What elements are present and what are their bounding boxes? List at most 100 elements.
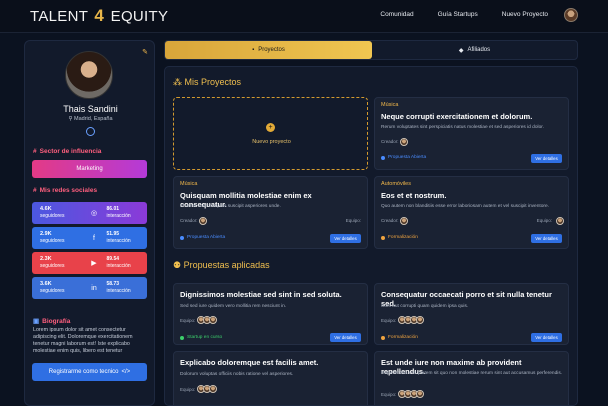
interaction: 58.73 interacción (99, 281, 131, 295)
logo-text: TALENT (30, 8, 88, 25)
register-technician-button[interactable]: Registrarme como tecnico </> (32, 363, 147, 381)
networks-title: # Mis redes sociales (33, 187, 100, 194)
view-details-button[interactable]: Ver detalles (531, 333, 562, 342)
project-card: Automóviles Eos et et nostrum. Quo autem… (374, 176, 569, 249)
projects-title-text: Mis Proyectos (184, 77, 242, 87)
nav-link-comunidad[interactable]: Comunidad (380, 11, 413, 18)
status-text: Startup en curso (187, 335, 223, 340)
social-card-linkedin[interactable]: 3.6K seguidores in 58.73 interacción (32, 277, 147, 299)
card-description: Repellendus voluptatem sit quo non moles… (381, 371, 563, 376)
briefcase-icon: ▪ (252, 47, 255, 53)
user-avatar[interactable] (564, 8, 578, 22)
interaction-value: 89.54 (106, 256, 120, 262)
interaction: 89.54 interacción (99, 256, 131, 270)
interaction-value: 86.01 (106, 206, 120, 212)
card-description: Sunt aut corrupti quam quidem ipsa quis. (381, 304, 469, 309)
facebook-icon: f (93, 234, 95, 242)
social-card-facebook[interactable]: 2.9K seguidores f 51.95 interacción (32, 227, 147, 249)
hash-icon: # (33, 148, 37, 155)
interaction-value: 58.73 (106, 281, 120, 287)
view-details-button[interactable]: Ver detalles (531, 234, 562, 243)
card-title: Neque corrupti exercitationem et dolorum… (381, 112, 533, 121)
tab-proyectos-label: Proyectos (258, 47, 285, 53)
tab-proyectos[interactable]: ▪ Proyectos (165, 41, 372, 59)
followers: 2.9K seguidores (32, 231, 90, 245)
new-project-label: Nuevo proyecto (252, 139, 291, 145)
youtube-icon: ▶ (91, 259, 97, 267)
followers-value: 3.6K (40, 281, 52, 287)
team-avatars (398, 316, 424, 324)
top-navbar: TALENT 4 EQUITY Comunidad Guía Startups … (0, 0, 608, 33)
handshake-icon: ◆ (458, 47, 464, 54)
team-label: Equipo: (180, 318, 196, 323)
card-description: Rerum voluptates sint perspiciatis natus… (381, 125, 544, 130)
social-card-youtube[interactable]: 2.3K seguidores ▶ 89.54 interacción (32, 252, 147, 274)
view-details-button[interactable]: Ver detalles (330, 333, 361, 342)
interaction-label: interacción (106, 238, 131, 244)
interaction: 86.01 interacción (99, 206, 131, 220)
tab-afiliados[interactable]: ◆ Afiliados (372, 41, 577, 59)
globe-icon[interactable] (86, 127, 95, 136)
code-icon: </> (121, 369, 131, 375)
bio-text: Lorem ipsum dolor sit amet consectetur a… (33, 327, 133, 354)
status-badge: Formalización (381, 235, 418, 240)
team-avatars (197, 385, 217, 393)
people-icon: ⚉ (173, 260, 184, 270)
nav-link-nuevo-proyecto[interactable]: Nuevo Proyecto (502, 11, 548, 18)
card-category: Música (381, 102, 399, 108)
team-label: Equipo: (180, 387, 196, 392)
followers: 2.3K seguidores (32, 256, 90, 270)
creator-avatars (199, 217, 207, 225)
team-avatars (398, 390, 424, 398)
networks-title-text: Mis redes sociales (39, 187, 98, 194)
profile-sidebar: ✎ Thais Sandini ⚲ Madrid, España # Sector… (24, 40, 155, 406)
instagram-icon: ◎ (90, 209, 98, 217)
card-description: Dolorum voluptas officiis nobis ratione … (180, 372, 294, 377)
team-label: Equipo: (345, 218, 361, 223)
hash-icon: # (33, 187, 37, 194)
view-details-button[interactable]: Ver detalles (330, 234, 361, 243)
followers-value: 2.9K (40, 231, 52, 237)
card-category: Música (180, 181, 198, 187)
social-card-instagram[interactable]: 4.6K seguidores ◎ 86.01 interacción (32, 202, 147, 224)
followers-label: seguidores (40, 288, 65, 294)
interaction: 51.95 interacción (99, 231, 131, 245)
plus-icon: + (266, 123, 275, 132)
book-icon: ▣ (33, 318, 40, 325)
followers: 3.6K seguidores (32, 281, 90, 295)
register-label: Registrarme como tecnico (48, 369, 119, 375)
logo-text-2: EQUITY (110, 8, 169, 25)
projects-title: ⁂ Mis Proyectos (173, 77, 241, 88)
applied-title: ⚉ Propuestas aplicadas (173, 260, 270, 271)
proposal-card: Explicabo doloremque est facilis amet. D… (173, 351, 368, 405)
creator-label: Creador: (180, 218, 198, 223)
linkedin-icon: in (91, 284, 97, 292)
card-title: Explicabo doloremque est facilis amet. (180, 358, 319, 367)
edit-icon[interactable]: ✎ (142, 48, 148, 56)
team-label: Equipo: (381, 392, 397, 397)
project-card: Música Quisquam mollitia molestiae enim … (173, 176, 368, 249)
proposal-card: Est unde iure non maxime ab provident re… (374, 351, 569, 405)
brand-logo[interactable]: TALENT 4 EQUITY (30, 6, 168, 26)
new-project-card[interactable]: + Nuevo proyecto (173, 97, 368, 170)
logo-number: 4 (94, 6, 105, 25)
team-avatars (556, 217, 564, 225)
followers-label: seguidores (40, 238, 65, 244)
status-badge: Startup en curso (180, 335, 222, 340)
proposal-card: Consequatur occaecati porro et sit nulla… (374, 283, 569, 345)
card-title: Eos et et nostrum. (381, 191, 447, 200)
interaction-label: interacción (106, 213, 131, 219)
interaction-label: interacción (106, 263, 131, 269)
bio-title: ▣ Biografía (33, 317, 73, 325)
profile-location: ⚲ Madrid, España (25, 116, 156, 122)
status-text: Formalización (388, 235, 418, 240)
project-card: Música Neque corrupti exercitationem et … (374, 97, 569, 170)
applied-title-text: Propuestas aplicadas (183, 260, 270, 270)
influence-title: # Sector de influencia (33, 148, 104, 155)
tab-afiliados-label: Afiliados (467, 47, 491, 53)
view-details-button[interactable]: Ver detalles (531, 154, 562, 163)
card-description: Et amet vero voluptas suscipit asperiore… (180, 204, 281, 209)
followers-label: seguidores (40, 213, 65, 219)
nav-link-guia[interactable]: Guía Startups (438, 11, 478, 18)
team-label: Equipo: (536, 218, 552, 223)
